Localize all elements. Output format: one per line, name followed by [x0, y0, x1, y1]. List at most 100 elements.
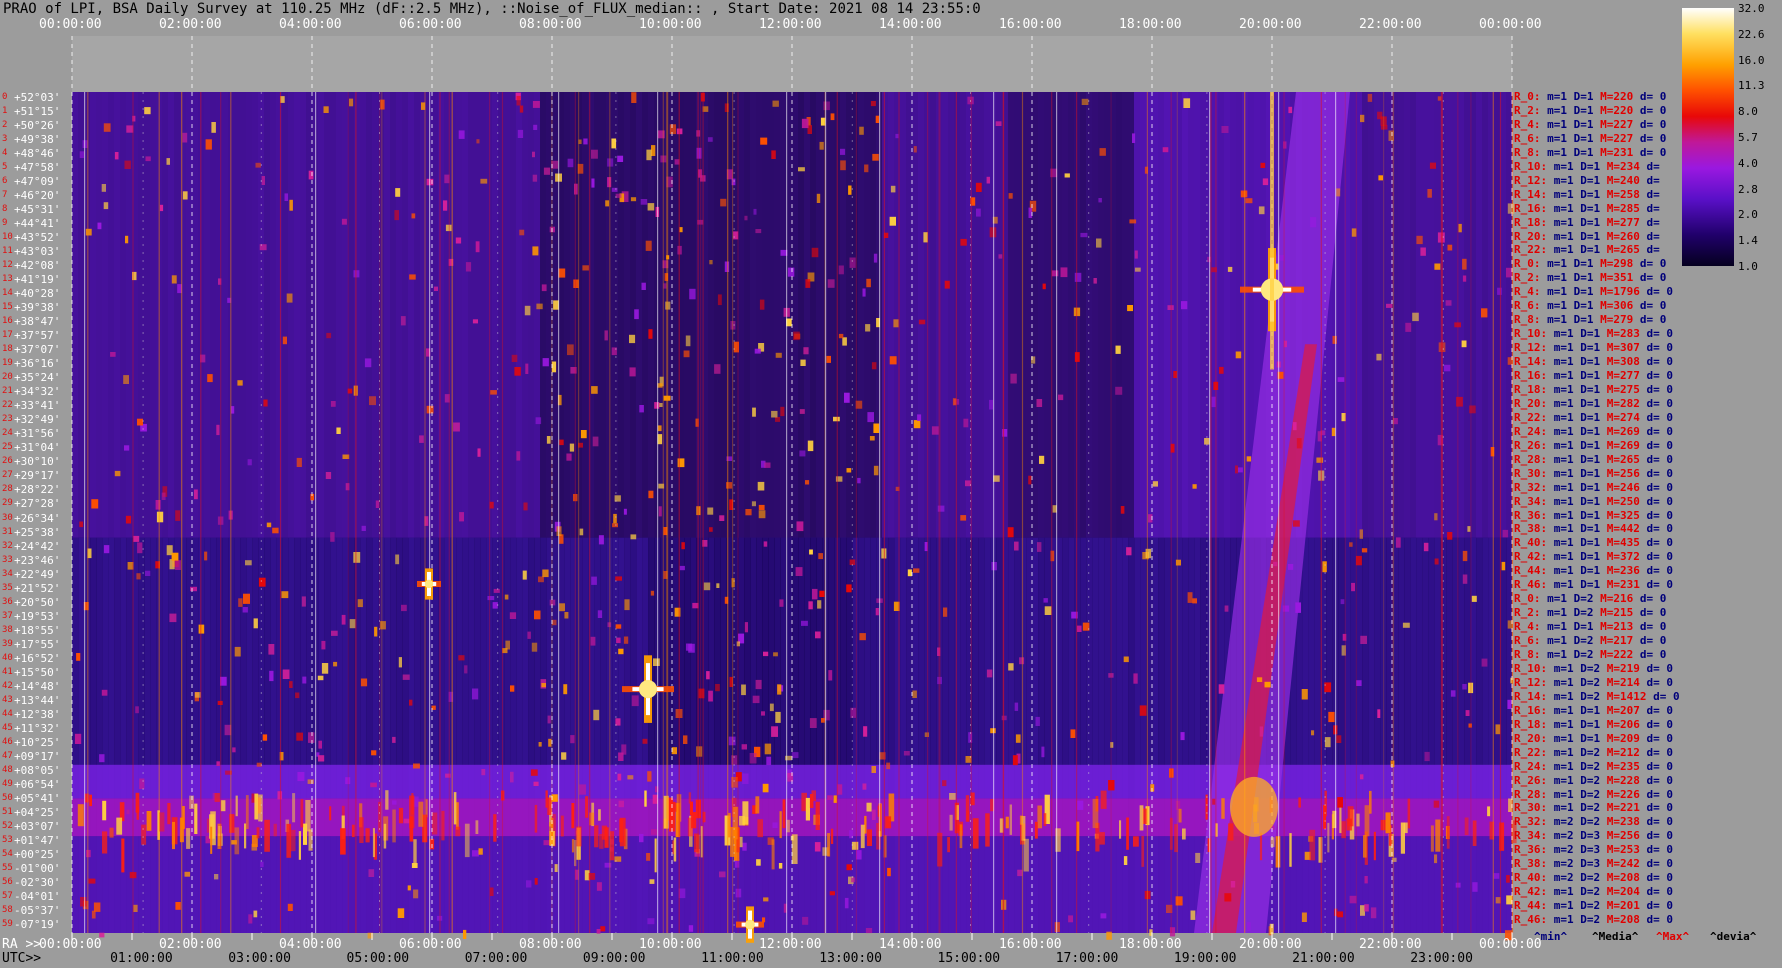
noise-speck	[124, 160, 131, 169]
rfi-streak	[424, 92, 426, 933]
noise-speck	[169, 613, 177, 623]
stat-r: R_14:	[1514, 689, 1548, 703]
stat-m: m=1	[1553, 382, 1574, 396]
top-tick-label: 04:00:00	[279, 17, 342, 32]
noise-speck	[679, 565, 685, 571]
band-speck	[585, 796, 589, 818]
dec-label: +31°56'	[14, 427, 61, 441]
noise-speck	[814, 842, 821, 852]
dec-label: +09°17'	[14, 749, 61, 763]
stat-d: D=2	[1580, 913, 1601, 927]
rfi-streak	[158, 92, 160, 933]
stat-row: R_24: m=1 D=1 M=269 d= 0	[1514, 425, 1673, 439]
noise-speck	[1424, 751, 1430, 762]
noise-speck	[1133, 673, 1138, 684]
stat-d: D=1	[1580, 578, 1601, 592]
rfi-streak	[230, 92, 232, 933]
noise-speck	[895, 133, 899, 139]
stat-d: D=2	[1580, 759, 1601, 773]
noise-speck	[398, 657, 402, 668]
stat-m: m=1	[1553, 522, 1574, 536]
stat-row: R_2: m=1 D=1 M=351 d= 0	[1514, 271, 1666, 285]
band-speck	[534, 804, 538, 833]
noise-speck	[1115, 386, 1123, 395]
stat-d: D=2	[1573, 606, 1594, 620]
noise-speck	[976, 208, 981, 217]
stat-d: D=2	[1573, 648, 1594, 661]
stat-dv: d= 0	[1646, 829, 1674, 843]
stat-dv: d= 0	[1646, 717, 1674, 731]
stat-row: R_16: m=1 D=1 M=207 d= 0	[1514, 704, 1673, 718]
rfi-streak	[200, 92, 202, 933]
band-speck	[256, 827, 260, 839]
noise-speck	[1467, 526, 1471, 532]
noise-speck	[830, 113, 835, 121]
bg-col	[72, 92, 79, 538]
dec-label: +00°25'	[14, 847, 61, 861]
noise-speck	[726, 482, 733, 489]
bg-col	[798, 92, 805, 538]
noise-speck	[1462, 574, 1468, 584]
stat-d: D=1	[1580, 452, 1601, 466]
rfi-streak	[1320, 92, 1322, 933]
noise-speck	[775, 352, 782, 358]
noise-speck	[1192, 484, 1197, 489]
noise-speck	[689, 288, 696, 300]
stat-dv: d= 0	[1646, 675, 1674, 689]
bg-col	[1164, 92, 1171, 538]
dec-index: 39	[2, 638, 13, 649]
dec-label: -04°01'	[14, 889, 61, 903]
stat-max: M=222	[1600, 648, 1634, 661]
ra-tick-label: 14:00:00	[879, 937, 942, 952]
noise-speck	[551, 794, 558, 802]
stat-dv: d= 0	[1646, 731, 1674, 745]
ra-tick-label: 00:00:00	[1479, 937, 1542, 952]
stat-r: R_46:	[1514, 913, 1548, 927]
rfi-streak	[1499, 92, 1502, 933]
utc-tick-label: 09:00:00	[582, 951, 646, 966]
noise-speck	[808, 601, 813, 610]
bg-col	[624, 92, 631, 538]
noise-speck	[1506, 875, 1510, 883]
noise-speck	[79, 151, 85, 158]
dec-index: 31	[2, 526, 13, 537]
band-speck	[1508, 798, 1512, 812]
noise-speck	[409, 699, 413, 706]
utc-tick-label: 23:00:00	[1410, 951, 1473, 966]
noise-speck	[341, 614, 346, 625]
noise-speck	[194, 489, 198, 500]
noise-speck	[169, 559, 175, 570]
bg-col	[738, 92, 745, 538]
bg-col	[108, 92, 115, 538]
noise-speck	[805, 480, 810, 485]
noise-speck	[532, 174, 538, 182]
ra-tick-label: 22:00:00	[1359, 937, 1422, 952]
band-speck	[1407, 798, 1411, 829]
band-speck	[1133, 836, 1139, 847]
noise-speck	[924, 732, 929, 737]
stat-m: m=1	[1547, 299, 1567, 313]
top-tick-label: 10:00:00	[639, 17, 702, 32]
bg-col	[432, 92, 439, 538]
rfi-streak	[1492, 92, 1494, 933]
noise-speck	[80, 897, 87, 907]
band-speck	[229, 814, 235, 833]
stat-dv: d= 0	[1646, 857, 1674, 871]
noise-speck	[871, 766, 876, 773]
bg-col	[804, 92, 811, 538]
bg-col	[714, 92, 721, 538]
dec-label: +06°54'	[14, 777, 61, 791]
noise-speck	[1429, 162, 1436, 169]
dec-label: +08°05'	[14, 763, 61, 777]
stat-row: R_0: m=1 D=1 M=220 d= 0	[1514, 90, 1666, 104]
noise-speck	[762, 917, 766, 923]
colorbar-tick: 2.8	[1738, 182, 1758, 196]
bg-col	[1374, 92, 1381, 538]
stat-m: m=1	[1553, 341, 1574, 355]
noise-speck	[787, 267, 795, 277]
noise-speck	[317, 675, 324, 681]
stat-r: R_18:	[1514, 717, 1548, 731]
noise-speck	[101, 689, 108, 696]
noise-speck	[453, 422, 460, 432]
stat-row: R_8: m=1 D=1 M=231 d= 0	[1514, 146, 1666, 160]
